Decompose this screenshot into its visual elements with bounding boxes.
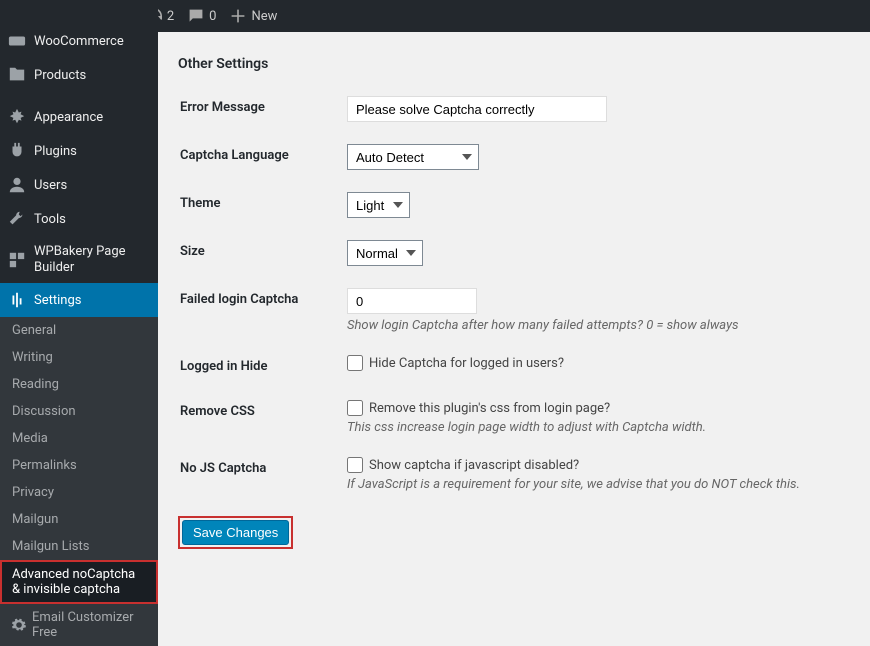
comments-count: 0 <box>209 9 216 24</box>
sub-privacy[interactable]: Privacy <box>0 479 158 506</box>
save-button[interactable]: Save Changes <box>182 520 289 545</box>
label-error-message: Error Message <box>180 86 345 132</box>
no-js-label[interactable]: Show captcha if javascript disabled? <box>347 457 838 473</box>
menu-tools[interactable]: Tools <box>0 202 158 236</box>
sub-discussion[interactable]: Discussion <box>0 398 158 425</box>
new-content-link[interactable]: New <box>230 8 277 24</box>
no-js-desc: If JavaScript is a requirement for your … <box>347 477 838 492</box>
sub-general[interactable]: General <box>0 317 158 344</box>
logged-in-hide-label[interactable]: Hide Captcha for logged in users? <box>347 355 838 371</box>
label-logged-in-hide: Logged in Hide <box>180 345 345 388</box>
menu-woocommerce[interactable]: WooCommerce <box>0 24 158 58</box>
captcha-language-select[interactable]: Auto Detect <box>347 144 479 170</box>
logged-in-hide-checkbox[interactable] <box>347 355 363 371</box>
sub-media[interactable]: Media <box>0 425 158 452</box>
gear-icon <box>12 617 26 633</box>
sub-advanced-nocaptcha[interactable]: Advanced noCaptcha & invisible captcha <box>0 560 158 604</box>
label-failed-login: Failed login Captcha <box>180 278 345 343</box>
theme-select[interactable]: Light <box>347 192 410 218</box>
menu-settings[interactable]: Settings <box>0 283 158 317</box>
menu-users[interactable]: Users <box>0 168 158 202</box>
sub-writing[interactable]: Writing <box>0 344 158 371</box>
size-select[interactable]: Normal <box>347 240 423 266</box>
menu-wpbakery[interactable]: WPBakery Page Builder <box>0 236 158 283</box>
settings-form: Error Message Captcha Language Auto Dete… <box>178 84 850 504</box>
comments-link[interactable]: 0 <box>188 8 216 24</box>
sub-permalinks[interactable]: Permalinks <box>0 452 158 479</box>
label-remove-css: Remove CSS <box>180 390 345 445</box>
failed-login-input[interactable] <box>347 288 477 314</box>
save-highlight: Save Changes <box>178 516 293 549</box>
error-message-input[interactable] <box>347 96 607 122</box>
label-size: Size <box>180 230 345 276</box>
sub-email-customizer[interactable]: Email Customizer Free <box>0 604 158 646</box>
no-js-checkbox[interactable] <box>347 457 363 473</box>
menu-products[interactable]: Products <box>0 58 158 92</box>
menu-appearance[interactable]: Appearance <box>0 100 158 134</box>
label-no-js: No JS Captcha <box>180 447 345 502</box>
remove-css-desc: This css increase login page width to ad… <box>347 420 838 435</box>
menu-plugins[interactable]: Plugins <box>0 134 158 168</box>
new-label: New <box>251 9 277 24</box>
label-theme: Theme <box>180 182 345 228</box>
page-content: Other Settings Error Message Captcha Lan… <box>158 32 870 569</box>
settings-submenu: General Writing Reading Discussion Media… <box>0 317 158 646</box>
sub-mailgun-lists[interactable]: Mailgun Lists <box>0 533 158 560</box>
sub-mailgun[interactable]: Mailgun <box>0 506 158 533</box>
section-title: Other Settings <box>178 42 850 84</box>
failed-login-desc: Show login Captcha after how many failed… <box>347 318 838 333</box>
admin-sidebar: WooCommerce Products Appearance Plugins … <box>0 0 158 542</box>
label-captcha-language: Captcha Language <box>180 134 345 180</box>
remove-css-checkbox[interactable] <box>347 400 363 416</box>
updates-count: 2 <box>167 9 174 24</box>
sub-reading[interactable]: Reading <box>0 371 158 398</box>
remove-css-label[interactable]: Remove this plugin's css from login page… <box>347 400 838 416</box>
